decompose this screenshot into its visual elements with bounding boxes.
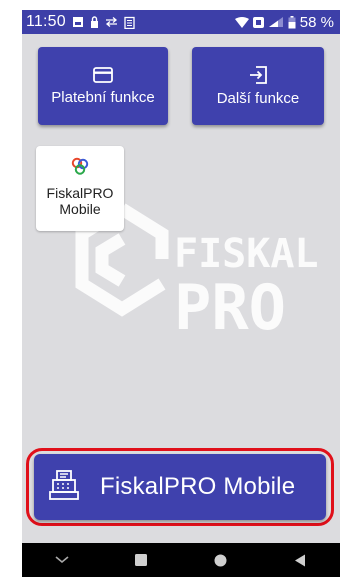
lock-icon bbox=[90, 15, 99, 29]
navigation-bar bbox=[22, 543, 340, 577]
dalsi-funkce-label: Další funkce bbox=[216, 89, 300, 107]
battery-icon bbox=[288, 15, 296, 29]
fiskalpro-mobile-tile[interactable]: FiskalPRO Mobile bbox=[36, 146, 124, 231]
transfer-icon bbox=[105, 17, 118, 27]
signal-icon bbox=[268, 16, 284, 28]
platebni-funkce-button[interactable]: Platební funkce bbox=[38, 47, 168, 125]
clipboard-icon bbox=[124, 16, 135, 29]
chevron-down-icon[interactable] bbox=[42, 545, 82, 575]
watermark-line2: PRO bbox=[174, 271, 286, 339]
home-button[interactable] bbox=[201, 545, 241, 575]
data-icon bbox=[252, 16, 264, 28]
fiskalpro-mobile-label: FiskalPRO Mobile bbox=[100, 473, 296, 500]
back-button[interactable] bbox=[280, 545, 320, 575]
app-content: FISKAL PRO Platební funkce Další funkce … bbox=[22, 34, 340, 543]
fiskalpro-mobile-button[interactable]: FiskalPRO Mobile bbox=[34, 454, 326, 520]
fiskalpro-mobile-tile-label: FiskalPRO Mobile bbox=[46, 185, 114, 217]
credit-card-icon bbox=[93, 66, 113, 83]
wifi-icon bbox=[234, 16, 249, 28]
cash-register-icon bbox=[48, 469, 80, 506]
gallery-icon bbox=[72, 16, 84, 28]
status-bar: 11:50 58 % bbox=[22, 10, 340, 34]
dalsi-funkce-button[interactable]: Další funkce bbox=[192, 47, 324, 125]
fiskalpro-logo-icon bbox=[70, 156, 90, 181]
status-time: 11:50 bbox=[26, 13, 66, 30]
platebni-funkce-label: Platební funkce bbox=[51, 88, 155, 106]
login-icon bbox=[248, 65, 268, 84]
recent-apps-button[interactable] bbox=[121, 545, 161, 575]
battery-percent: 58 % bbox=[299, 13, 334, 31]
